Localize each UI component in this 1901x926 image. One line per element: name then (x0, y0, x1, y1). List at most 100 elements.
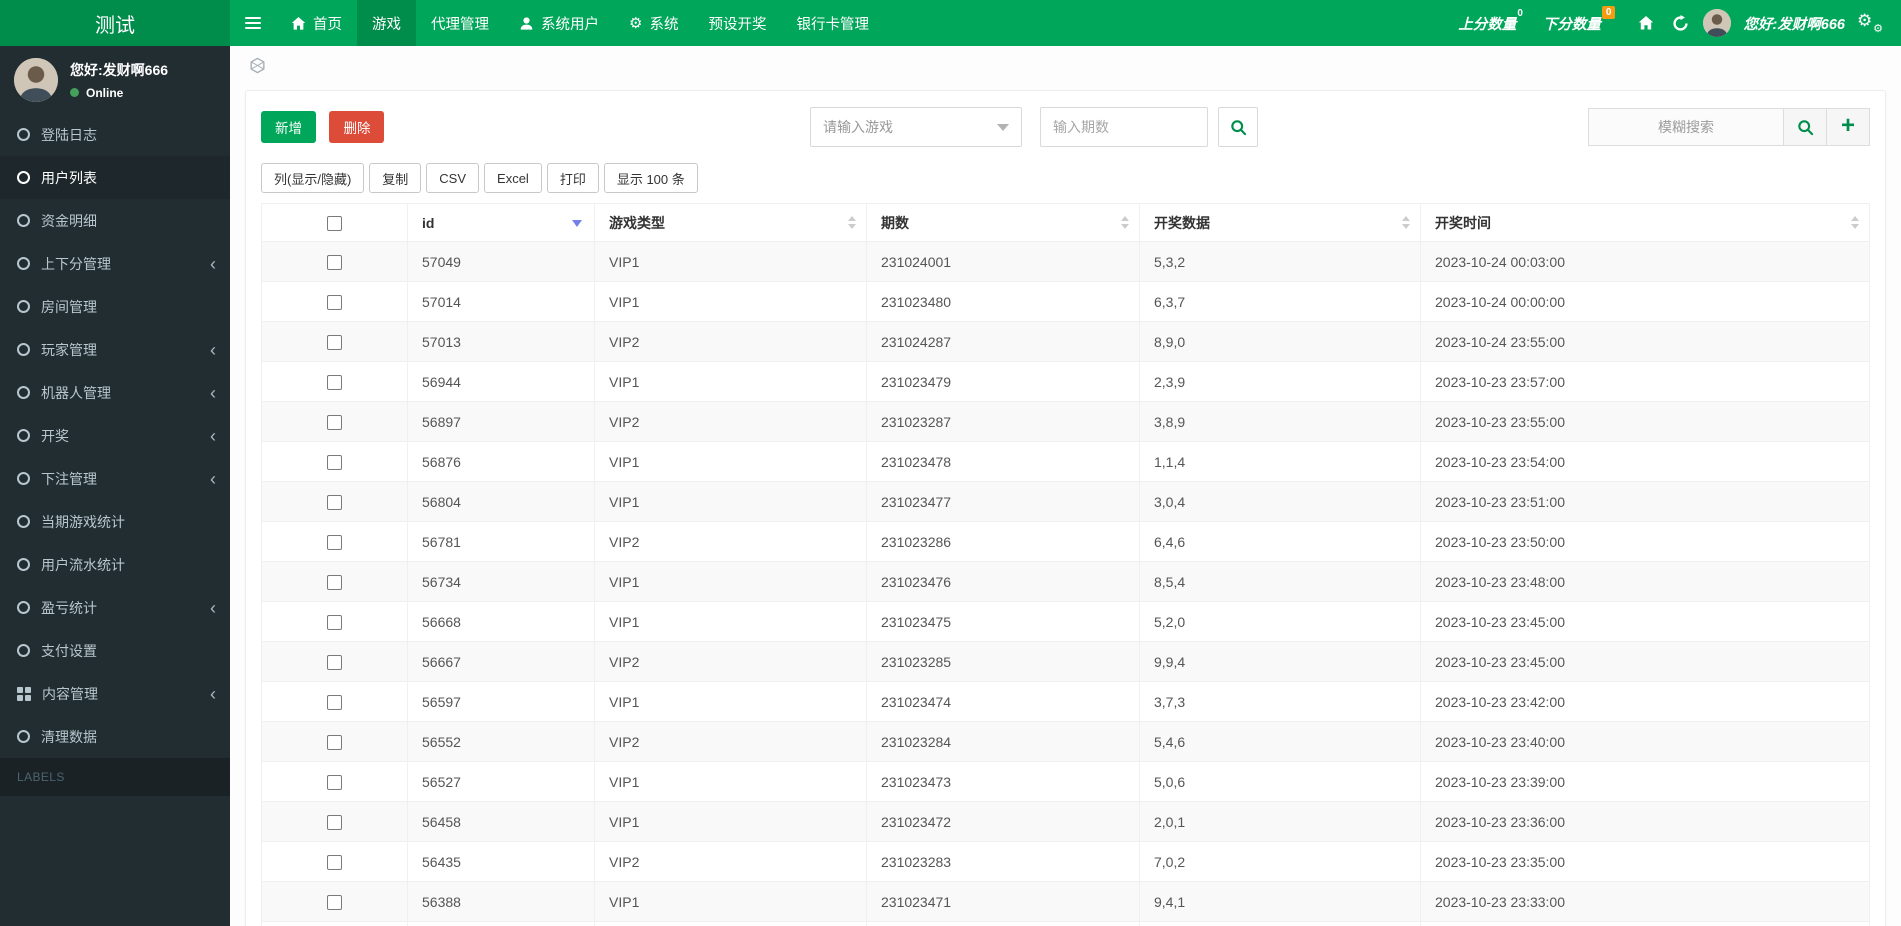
row-checkbox[interactable] (327, 294, 342, 310)
column-header-game-type[interactable]: 游戏类型 (594, 203, 867, 242)
nav-item-system[interactable]: ⚙ 系统 (614, 0, 693, 46)
cell-id: 56667 (407, 641, 595, 682)
sidebar-toggle-button[interactable] (230, 0, 276, 46)
cell-draw-time: 2023-10-23 23:39:00 (1420, 761, 1870, 802)
dt-button-print[interactable]: 打印 (546, 163, 599, 193)
cell-id: 56597 (407, 681, 595, 722)
fuzzy-search-input[interactable] (1588, 108, 1784, 146)
column-header-draw-numbers[interactable]: 开奖数据 (1139, 203, 1421, 242)
row-checkbox-cell (261, 321, 408, 362)
table-row[interactable]: 56527 VIP1 231023473 5,0,6 2023-10-23 23:39:… (261, 761, 1870, 802)
sidebar-item-profit-loss-stats[interactable]: 盈亏统计 ‹ (0, 586, 230, 629)
table-row[interactable]: 56944 VIP1 231023479 2,3,9 2023-10-23 23:57:… (261, 361, 1870, 402)
cell-id: 56897 (407, 401, 595, 442)
table-row[interactable]: 57014 VIP1 231023480 6,3,7 2023-10-24 00:00:… (261, 281, 1870, 322)
sidebar-item-user-list[interactable]: 用户列表 (0, 156, 230, 199)
row-checkbox[interactable] (327, 494, 342, 510)
nav-item-preset-draw[interactable]: 预设开奖 (693, 0, 781, 46)
period-input[interactable] (1040, 107, 1208, 147)
select-all-checkbox[interactable] (327, 215, 342, 231)
fuzzy-search-button[interactable] (1783, 108, 1827, 146)
user-greeting[interactable]: 您好:发财啊666 (1743, 13, 1845, 34)
cell-draw-numbers: 5,3,2 (1139, 241, 1421, 282)
row-checkbox[interactable] (327, 414, 342, 430)
user-avatar[interactable] (1703, 9, 1732, 37)
sidebar-item-fund-details[interactable]: 资金明细 (0, 199, 230, 242)
row-checkbox[interactable] (327, 374, 342, 390)
sidebar-item-score-management[interactable]: 上下分管理 ‹ (0, 242, 230, 285)
table-row[interactable]: 56597 VIP1 231023474 3,7,3 2023-10-23 23:42:… (261, 681, 1870, 722)
table-row[interactable]: 56781 VIP2 231023286 6,4,6 2023-10-23 23:50:… (261, 521, 1870, 562)
sidebar-item-room-management[interactable]: 房间管理 (0, 285, 230, 328)
row-checkbox[interactable] (327, 814, 342, 830)
table-row[interactable]: 56458 VIP1 231023472 2,0,1 2023-10-23 23:36:… (261, 801, 1870, 842)
table-row[interactable]: 56734 VIP1 231023476 8,5,4 2023-10-23 23:48:… (261, 561, 1870, 602)
dt-button-copy[interactable]: 复制 (369, 163, 422, 193)
cell-id: 56734 (407, 561, 595, 602)
sidebar-item-robot-management[interactable]: 机器人管理 ‹ (0, 371, 230, 414)
table-row[interactable]: 56435 VIP2 231023283 7,0,2 2023-10-23 23:35:… (261, 841, 1870, 882)
row-checkbox[interactable] (327, 334, 342, 350)
breadcrumb-hexagon-icon (249, 57, 266, 79)
nav-item-games[interactable]: 游戏 (357, 0, 416, 46)
add-plus-button[interactable]: + (1826, 108, 1870, 146)
table-row[interactable]: 56318VIP12310234701,2,62023-10-23 23:30:… (261, 921, 1870, 926)
table-row[interactable]: 56897 VIP2 231023287 3,8,9 2023-10-23 23:55:… (261, 401, 1870, 442)
sidebar-item-login-logs[interactable]: 登陆日志 (0, 113, 230, 156)
sidebar-item-content-management[interactable]: 内容管理 ‹ (0, 672, 230, 715)
table-row[interactable]: 56668 VIP1 231023475 5,2,0 2023-10-23 23:45:… (261, 601, 1870, 642)
home-icon[interactable] (1635, 15, 1657, 31)
table-header-row: id 游戏类型 期数 开奖数据 开奖时间 (261, 203, 1870, 242)
cell-game-type: VIP1 (594, 481, 867, 522)
down-score-link[interactable]: 下分数量0 (1543, 5, 1616, 34)
add-button[interactable]: 新增 (261, 111, 316, 143)
row-checkbox[interactable] (327, 574, 342, 590)
sidebar-item-user-flow-stats[interactable]: 用户流水统计 (0, 543, 230, 586)
nav-item-agents[interactable]: 代理管理 (416, 0, 504, 46)
up-score-link[interactable]: 上分数量0 (1458, 8, 1523, 34)
refresh-icon[interactable] (1669, 14, 1691, 32)
row-checkbox[interactable] (327, 854, 342, 870)
dt-button-excel[interactable]: Excel (484, 163, 542, 193)
table-row[interactable]: 57013 VIP2 231024287 8,9,0 2023-10-24 23:55:… (261, 321, 1870, 362)
search-button[interactable] (1218, 107, 1258, 147)
dt-button-csv[interactable]: CSV (426, 163, 480, 193)
cell-id: 56435 (407, 841, 595, 882)
row-checkbox[interactable] (327, 534, 342, 550)
column-header-id[interactable]: id (407, 203, 595, 242)
dt-button-show-100[interactable]: 显示 100 条 (603, 163, 698, 193)
nav-item-home[interactable]: 首页 (276, 0, 357, 46)
row-checkbox[interactable] (327, 774, 342, 790)
nav-item-system-users[interactable]: 系统用户 (504, 0, 614, 46)
sidebar-item-lottery-draw[interactable]: 开奖 ‹ (0, 414, 230, 457)
cell-draw-time: 2023-10-24 00:03:00 (1420, 241, 1870, 282)
table-row[interactable]: 56876 VIP1 231023478 1,1,4 2023-10-23 23:54:… (261, 441, 1870, 482)
table-row[interactable]: 56388 VIP1 231023471 9,4,1 2023-10-23 23:33:… (261, 881, 1870, 922)
delete-button[interactable]: 删除 (329, 111, 385, 143)
column-header-period[interactable]: 期数 (866, 203, 1140, 242)
table-row[interactable]: 56667 VIP2 231023285 9,9,4 2023-10-23 23:45:… (261, 641, 1870, 682)
row-checkbox[interactable] (327, 894, 342, 910)
brand-logo[interactable]: 测试 (0, 0, 230, 46)
sidebar-avatar[interactable] (14, 57, 58, 102)
row-checkbox[interactable] (327, 734, 342, 750)
sidebar-item-clean-data[interactable]: 清理数据 (0, 715, 230, 758)
table-row[interactable]: 56552 VIP2 231023284 5,4,6 2023-10-23 23:40:… (261, 721, 1870, 762)
sidebar-item-current-game-stats[interactable]: 当期游戏统计 (0, 500, 230, 543)
row-checkbox[interactable] (327, 654, 342, 670)
dt-button-column-visibility[interactable]: 列(显示/隐藏) (261, 163, 365, 193)
search-icon (1230, 119, 1246, 135)
row-checkbox[interactable] (327, 694, 342, 710)
nav-item-bank-cards[interactable]: 银行卡管理 (781, 0, 884, 46)
row-checkbox[interactable] (327, 614, 342, 630)
sidebar-item-payment-settings[interactable]: 支付设置 (0, 629, 230, 672)
column-header-draw-time[interactable]: 开奖时间 (1420, 203, 1870, 242)
sidebar-item-bet-management[interactable]: 下注管理 ‹ (0, 457, 230, 500)
table-row[interactable]: 56804 VIP1 231023477 3,0,4 2023-10-23 23:51:… (261, 481, 1870, 522)
row-checkbox[interactable] (327, 454, 342, 470)
sidebar-item-player-management[interactable]: 玩家管理 ‹ (0, 328, 230, 371)
table-row[interactable]: 57049 VIP1 231024001 5,3,2 2023-10-24 00:03:… (261, 241, 1870, 282)
settings-gears-icon[interactable]: ⚙ ⚙ (1857, 11, 1883, 35)
game-select[interactable]: 请输入游戏 (810, 107, 1022, 147)
row-checkbox[interactable] (327, 254, 342, 270)
